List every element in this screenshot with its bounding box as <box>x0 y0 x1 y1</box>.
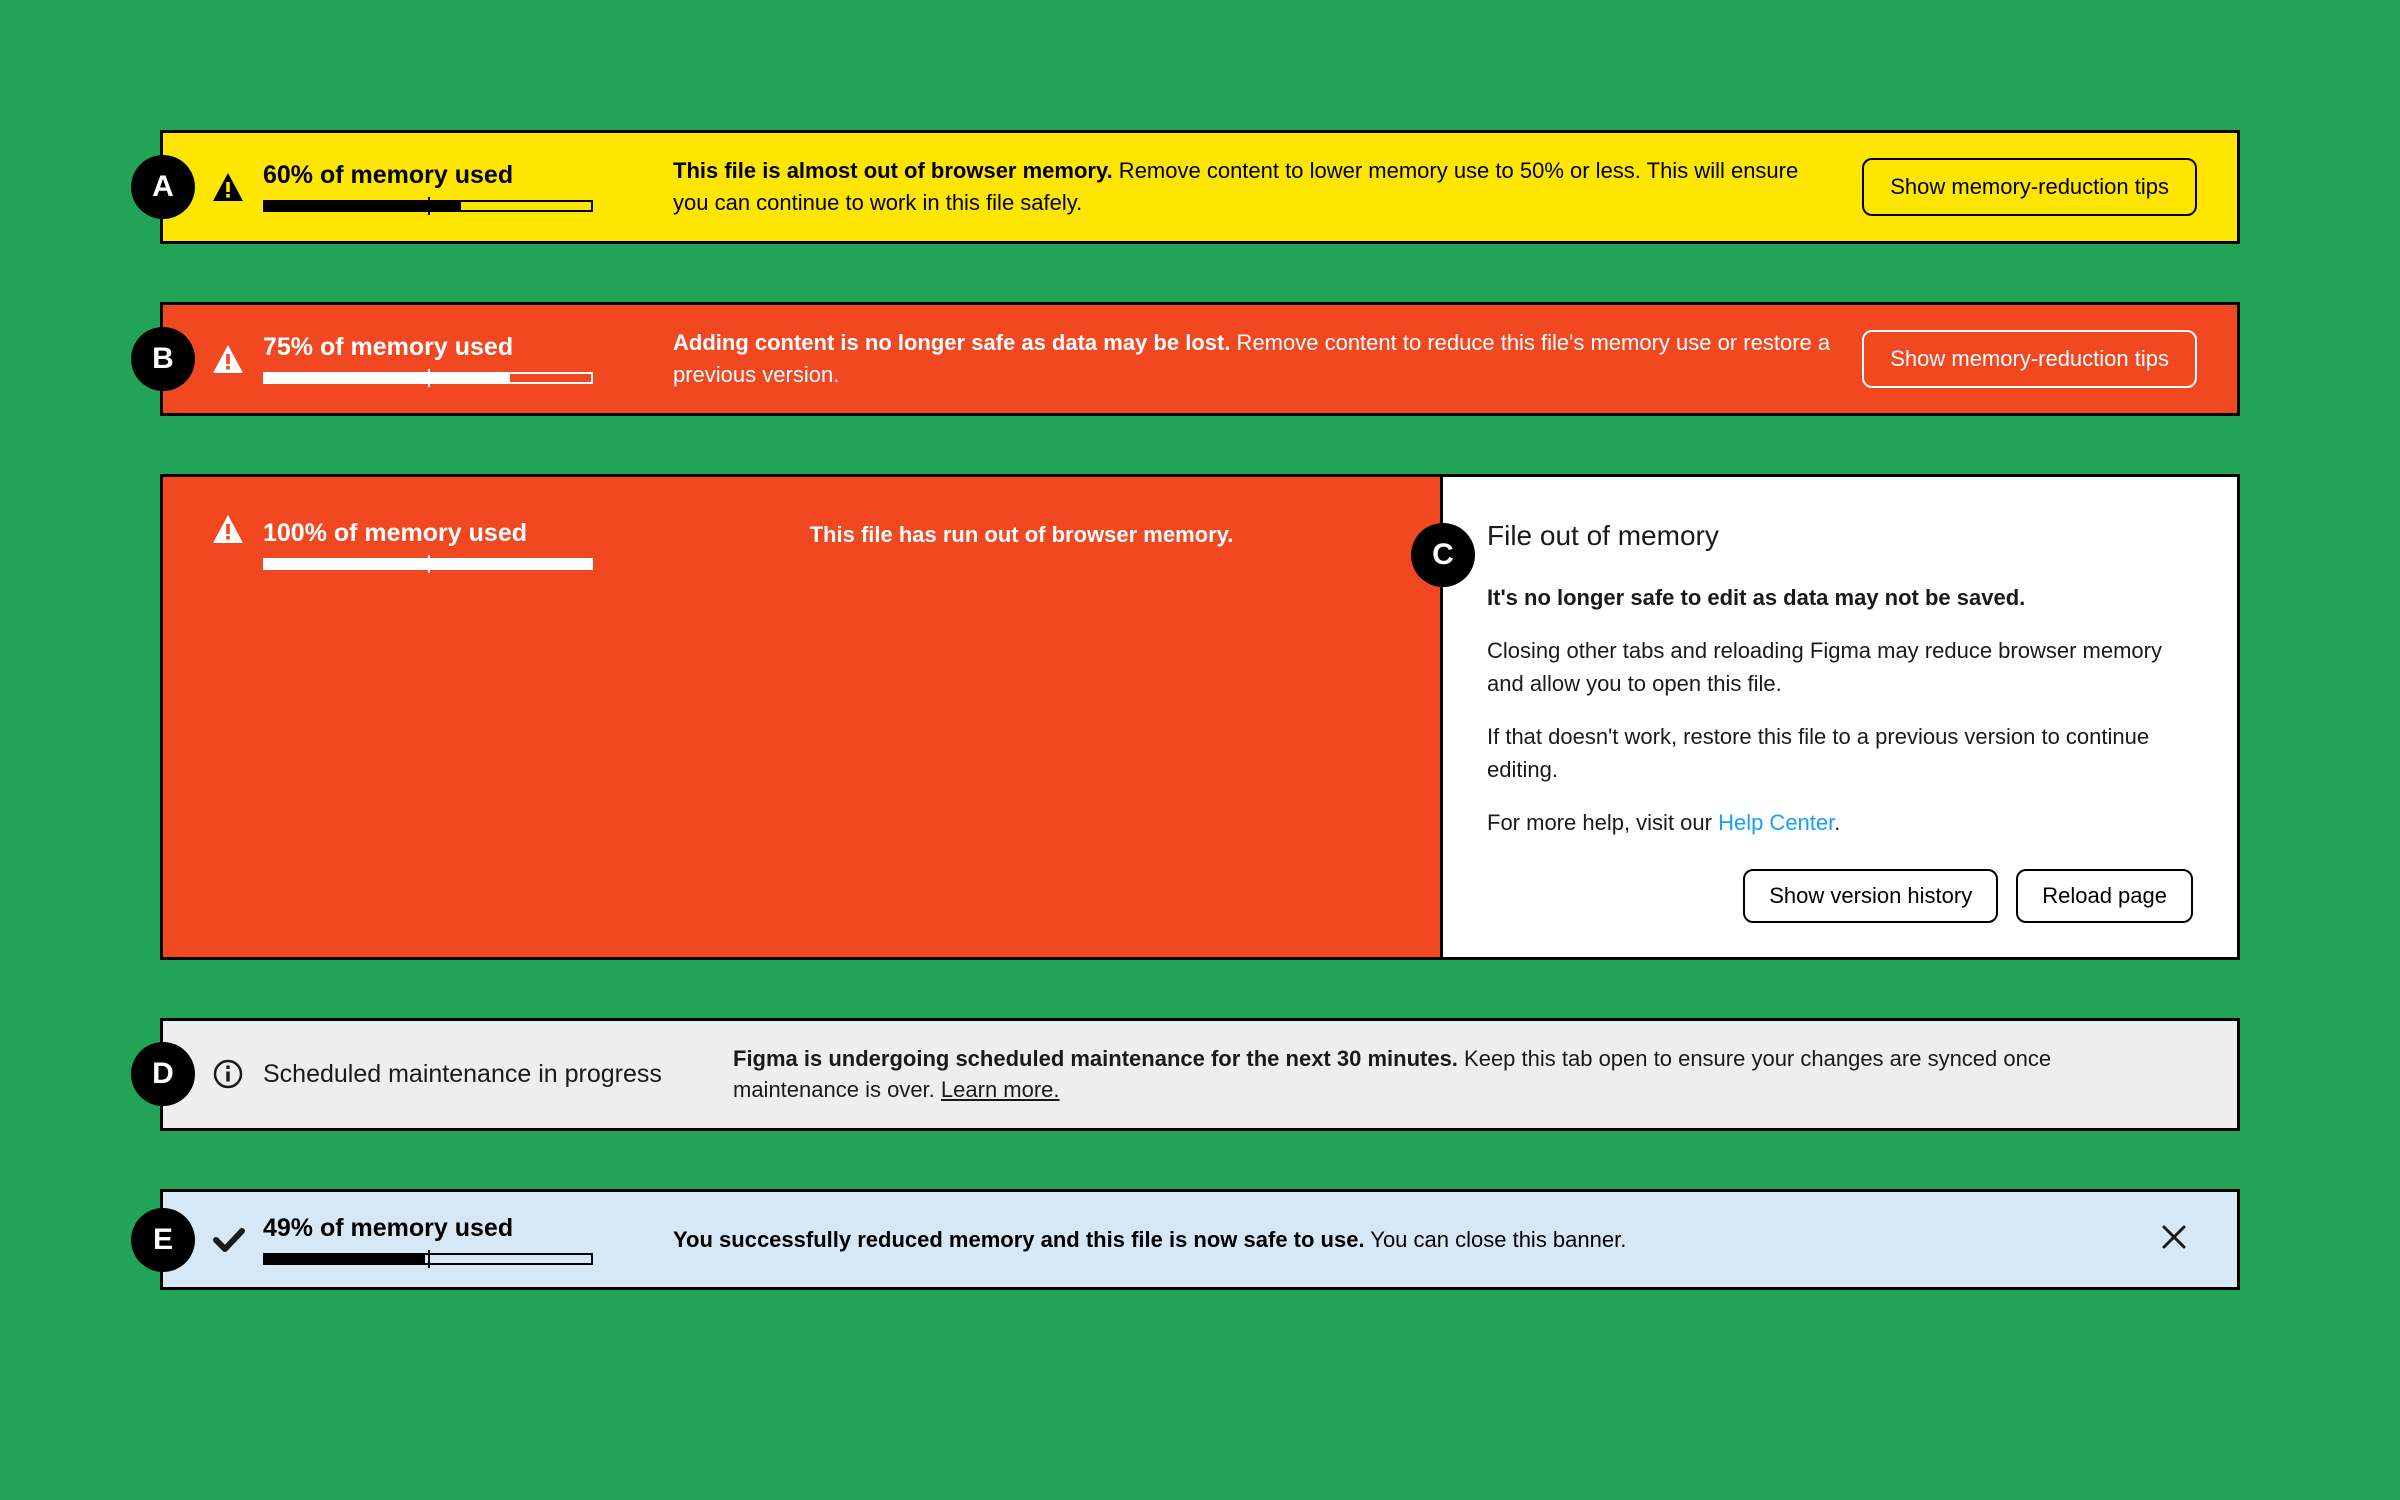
success-message: You successfully reduced memory and this… <box>673 1224 2151 1256</box>
dialog-help: For more help, visit our Help Center. <box>1487 806 2193 839</box>
check-icon <box>213 1227 263 1253</box>
memory-meter <box>263 200 593 212</box>
memory-tips-button[interactable]: Show memory-reduction tips <box>1862 330 2197 388</box>
out-of-memory-row: 100% of memory used This file has run ou… <box>160 474 2240 960</box>
memory-warning-banner-c: 100% of memory used This file has run ou… <box>160 474 1440 960</box>
dialog-title: File out of memory <box>1487 515 2193 557</box>
memory-percent-heading: 49% of memory used <box>263 1214 643 1243</box>
memory-success-banner: E 49% of memory used You successfully re… <box>160 1189 2240 1290</box>
memory-meter <box>263 372 593 384</box>
close-icon[interactable] <box>2151 1221 2197 1258</box>
memory-warning-banner-b: B 75% of memory used Adding content is n… <box>160 302 2240 416</box>
show-version-history-button[interactable]: Show version history <box>1743 869 1998 923</box>
memory-percent-heading: 100% of memory used <box>263 519 643 548</box>
maintenance-message: Figma is undergoing scheduled maintenanc… <box>733 1043 2197 1107</box>
memory-percent-heading: 75% of memory used <box>263 333 643 362</box>
warning-icon <box>213 345 263 373</box>
warning-message: Adding content is no longer safe as data… <box>673 327 1862 391</box>
callout-badge-d: D <box>131 1042 195 1106</box>
warning-icon <box>213 173 263 201</box>
callout-badge-e: E <box>131 1208 195 1272</box>
dialog-paragraph: Closing other tabs and reloading Figma m… <box>1487 634 2193 700</box>
learn-more-link[interactable]: Learn more. <box>941 1077 1060 1102</box>
warning-message: This file has run out of browser memory. <box>673 519 1400 551</box>
memory-tips-button[interactable]: Show memory-reduction tips <box>1862 158 2197 216</box>
maintenance-heading: Scheduled maintenance in progress <box>263 1060 733 1089</box>
dialog-paragraph: If that doesn't work, restore this file … <box>1487 720 2193 786</box>
warning-message: This file is almost out of browser memor… <box>673 155 1862 219</box>
memory-percent-heading: 60% of memory used <box>263 161 643 190</box>
memory-warning-banner-a: A 60% of memory used This file is almost… <box>160 130 2240 244</box>
callout-badge-a: A <box>131 155 195 219</box>
maintenance-banner: D Scheduled maintenance in progress Figm… <box>160 1018 2240 1132</box>
warning-icon <box>213 515 263 543</box>
memory-meter <box>263 558 593 570</box>
dialog-warning: It's no longer safe to edit as data may … <box>1487 581 2193 614</box>
callout-badge-c: C <box>1411 523 1475 587</box>
callout-badge-b: B <box>131 327 195 391</box>
out-of-memory-dialog: C File out of memory It's no longer safe… <box>1440 474 2240 960</box>
memory-meter <box>263 1253 593 1265</box>
reload-page-button[interactable]: Reload page <box>2016 869 2193 923</box>
help-center-link[interactable]: Help Center <box>1718 810 1834 835</box>
info-icon <box>213 1059 263 1089</box>
